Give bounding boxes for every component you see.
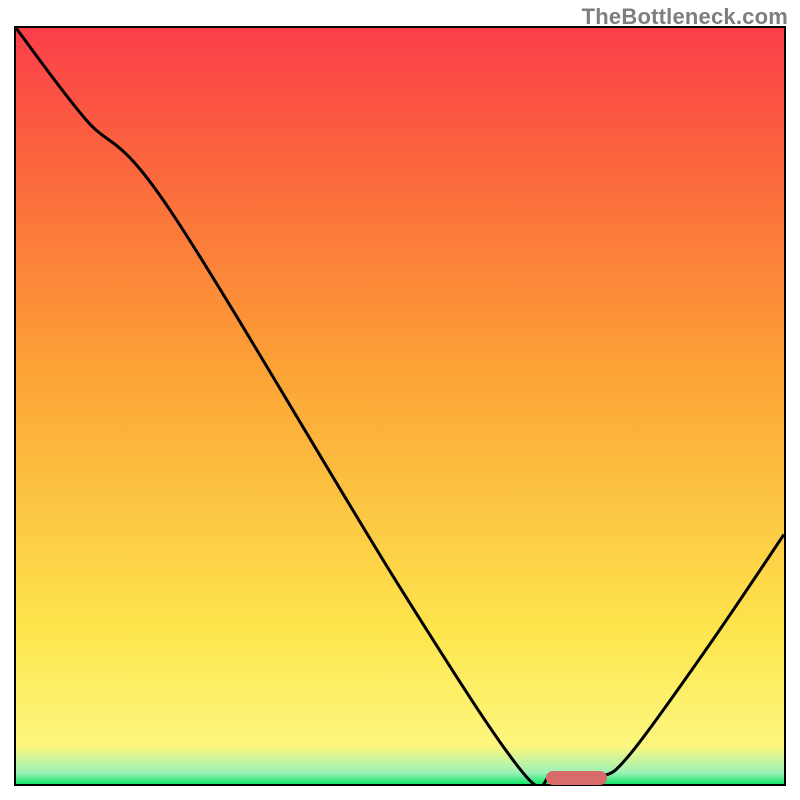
plot-background (16, 28, 784, 784)
watermark-text: TheBottleneck.com (582, 4, 788, 30)
plot-frame (14, 26, 786, 786)
chart-container: { "watermark": "TheBottleneck.com", "col… (0, 0, 800, 800)
plot-svg (16, 28, 784, 784)
optimal-range-marker (546, 771, 607, 785)
